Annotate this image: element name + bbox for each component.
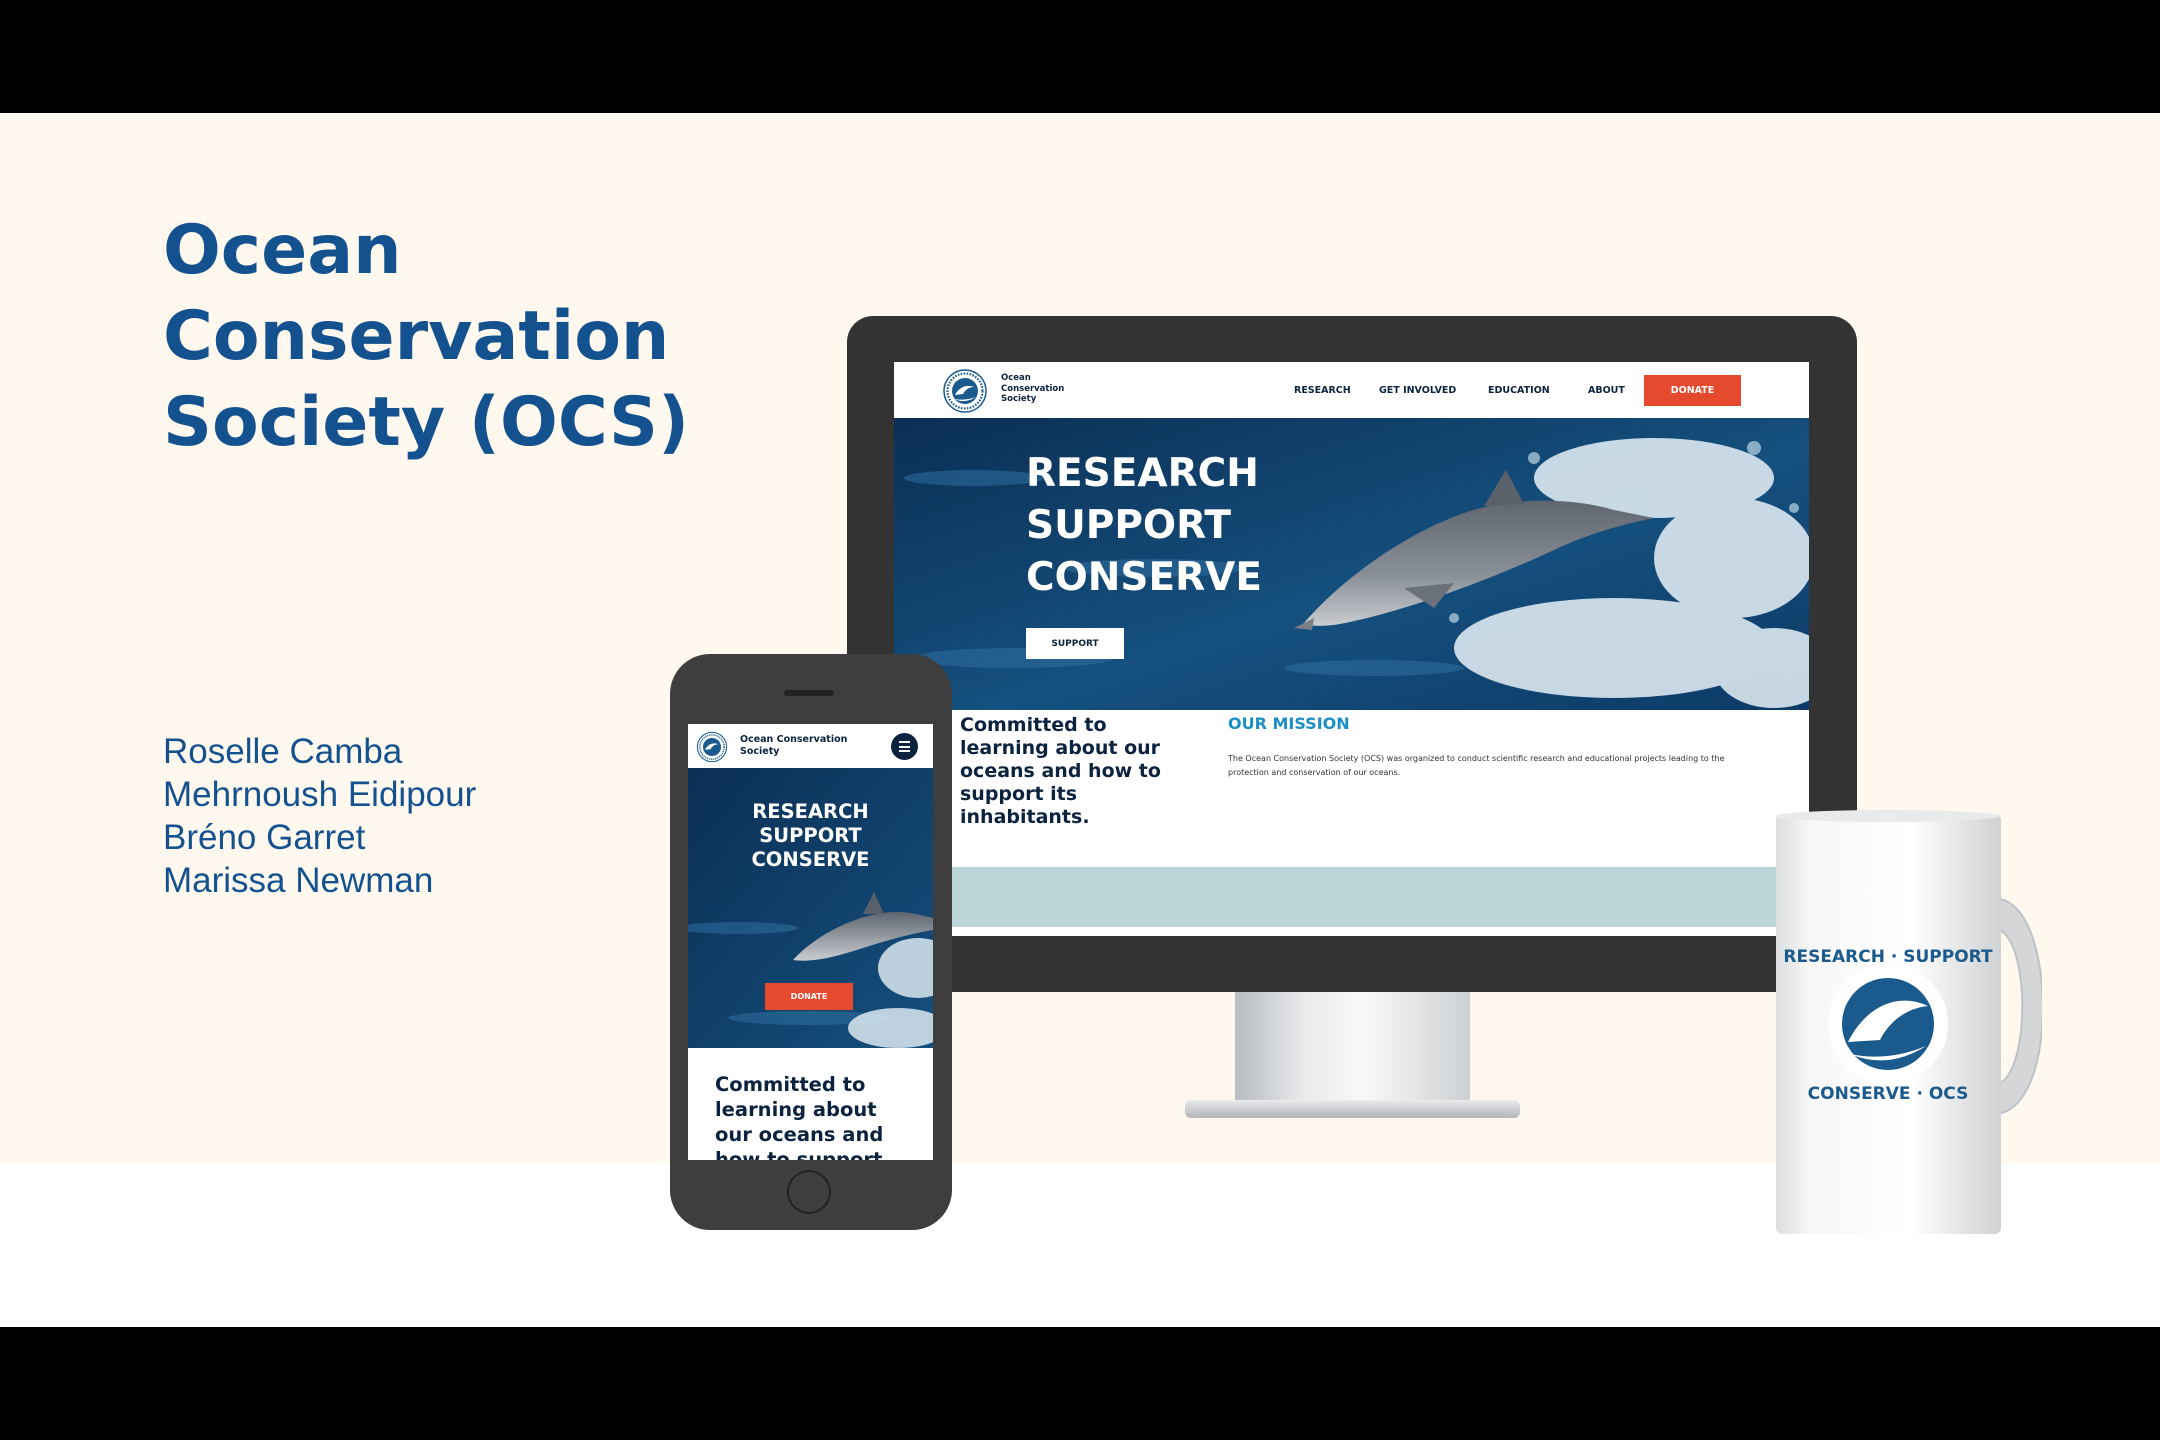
desktop-website-mockup: Ocean Conservation Society RESEARCH GET … <box>894 362 1809 936</box>
content-strip <box>894 867 1809 927</box>
desktop-hero: RESEARCH SUPPORT CONSERVE SUPPORT <box>894 418 1809 710</box>
author-name: Roselle Camba <box>163 732 403 771</box>
hero-line: SUPPORT <box>759 824 862 847</box>
hero-line: CONSERVE <box>751 848 870 871</box>
desktop-tagline: Committed to learning about our oceans a… <box>960 714 1161 828</box>
desktop-hero-heading: RESEARCH SUPPORT CONSERVE <box>1026 448 1262 604</box>
author-name: Bréno Garret <box>163 818 366 857</box>
mug-logo-text-top: RESEARCH · SUPPORT <box>1783 947 1993 967</box>
nav-link-research[interactable]: RESEARCH <box>1294 385 1351 396</box>
hero-line: RESEARCH <box>752 800 869 823</box>
ocs-logo-icon <box>943 369 987 413</box>
nav-link-get-involved[interactable]: GET INVOLVED <box>1379 385 1456 396</box>
mobile-brand-name: Ocean Conservation Society <box>740 734 848 757</box>
monitor-stand-foot <box>1185 1100 1520 1118</box>
desktop-navbar: Ocean Conservation Society RESEARCH GET … <box>894 362 1809 418</box>
author-name: Marissa Newman <box>163 861 434 900</box>
hero-line: RESEARCH <box>1026 451 1259 496</box>
ocs-mug: RESEARCH · SUPPORT CONSERVE · OCS <box>1776 810 2042 1234</box>
hamburger-menu-icon[interactable] <box>891 733 918 760</box>
phone-speaker <box>784 690 834 696</box>
nav-link-education[interactable]: EDUCATION <box>1488 385 1550 396</box>
mobile-tagline: Committed to learning about our oceans a… <box>715 1073 884 1160</box>
hero-line: SUPPORT <box>1026 503 1231 548</box>
mission-text: The Ocean Conservation Society (OCS) was… <box>1228 754 1725 777</box>
mobile-hero-heading: RESEARCH SUPPORT CONSERVE <box>688 800 933 872</box>
author-list: Roselle Camba Mehrnoush Eidipour Bréno G… <box>163 730 476 902</box>
phone-home-button <box>787 1170 831 1214</box>
slide-title: Ocean Conservation Society (OCS) <box>163 211 690 462</box>
ocs-logo-icon <box>696 731 728 763</box>
nav-link-about[interactable]: ABOUT <box>1588 385 1625 396</box>
mobile-navbar: Ocean Conservation Society <box>688 724 933 768</box>
letterbox-bottom <box>0 1327 2160 1440</box>
monitor-stand-neck <box>1235 992 1470 1110</box>
mobile-donate-button[interactable]: DONATE <box>765 983 853 1010</box>
desktop-brand-name: Ocean Conservation Society <box>1001 373 1065 404</box>
mobile-hero: RESEARCH SUPPORT CONSERVE DONATE <box>688 768 933 1048</box>
mobile-website-mockup: Ocean Conservation Society RESEARCH SUPP… <box>688 724 933 1160</box>
author-name: Mehrnoush Eidipour <box>163 775 477 814</box>
mug-logo-text-bottom: CONSERVE · OCS <box>1808 1084 1969 1104</box>
support-button[interactable]: SUPPORT <box>1026 628 1124 659</box>
donate-button[interactable]: DONATE <box>1644 375 1741 406</box>
hero-line: CONSERVE <box>1026 555 1262 600</box>
mission-heading: OUR MISSION <box>1228 714 1350 733</box>
letterbox-top <box>0 0 2160 113</box>
